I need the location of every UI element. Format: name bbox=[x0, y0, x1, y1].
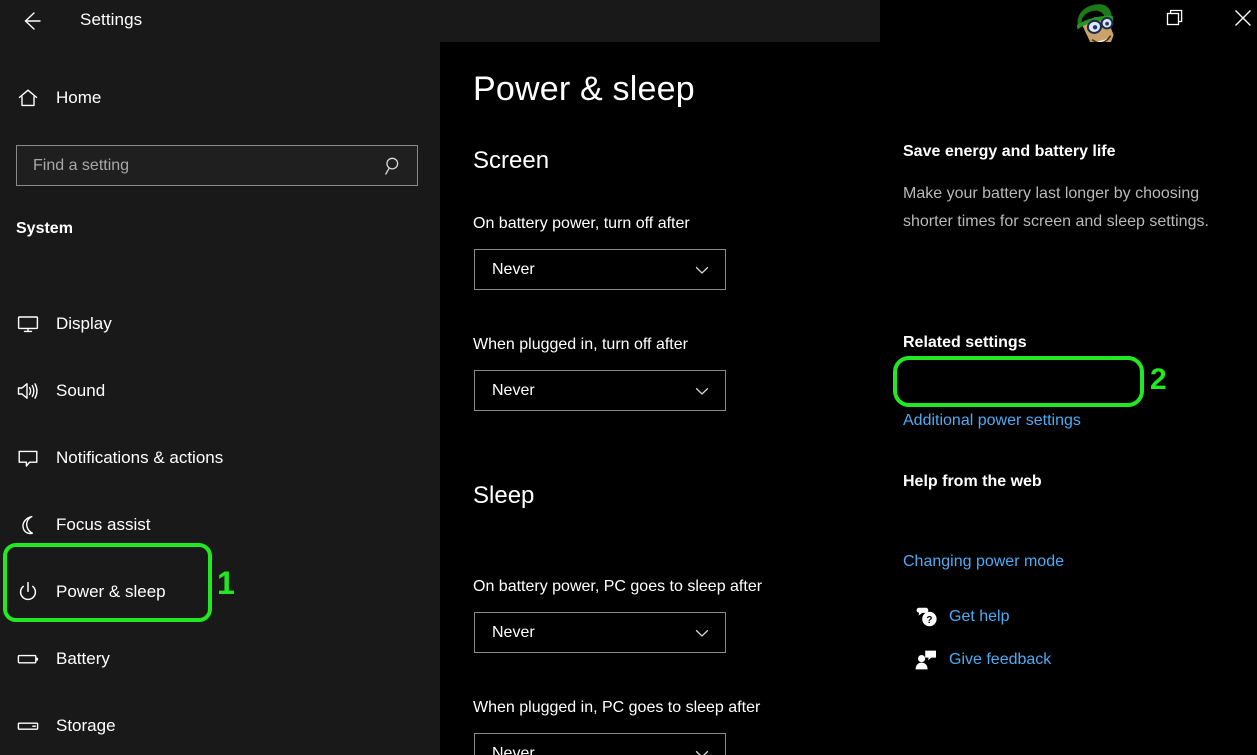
close-button[interactable] bbox=[1220, 0, 1257, 36]
get-help-row[interactable]: ? Get help bbox=[903, 602, 1009, 632]
power-icon bbox=[0, 580, 56, 604]
dropdown-screen-plugged-in-value: Never bbox=[475, 382, 679, 400]
sidebar-item-display[interactable]: Display bbox=[0, 290, 440, 357]
annotation-step-2: 2 bbox=[1150, 365, 1167, 395]
help-from-web-heading: Help from the web bbox=[903, 473, 1042, 491]
dropdown-screen-plugged-in[interactable]: Never bbox=[474, 370, 726, 411]
give-feedback-label: Give feedback bbox=[949, 651, 1051, 669]
label-screen-plugged-in: When plugged in, turn off after bbox=[473, 336, 688, 354]
question-bubble-icon: ? bbox=[903, 605, 949, 629]
annotation-step-1: 1 bbox=[217, 567, 235, 599]
sidebar-item-home-label: Home bbox=[56, 88, 101, 108]
dropdown-sleep-on-battery[interactable]: Never bbox=[474, 612, 726, 653]
search-input[interactable] bbox=[17, 157, 371, 175]
group-title-sleep: Sleep bbox=[473, 482, 534, 510]
sidebar-item-battery-label: Battery bbox=[56, 649, 110, 669]
save-energy-heading: Save energy and battery life bbox=[903, 143, 1116, 161]
save-energy-body: Make your battery last longer by choosin… bbox=[903, 180, 1241, 235]
app-title: Settings bbox=[80, 10, 142, 30]
changing-power-mode-link[interactable]: Changing power mode bbox=[903, 553, 1064, 571]
minimize-button[interactable] bbox=[1078, 0, 1124, 36]
moon-icon bbox=[0, 513, 56, 537]
label-sleep-plugged-in: When plugged in, PC goes to sleep after bbox=[473, 699, 760, 717]
home-icon bbox=[0, 86, 56, 110]
storage-icon bbox=[0, 714, 56, 738]
sidebar-nav-list: Display Sound bbox=[0, 290, 440, 755]
chat-bubble-icon bbox=[0, 446, 56, 470]
chevron-down-icon[interactable] bbox=[679, 623, 725, 643]
sidebar-item-power-sleep-label: Power & sleep bbox=[56, 582, 166, 602]
settings-window: Settings bbox=[0, 0, 1257, 755]
sidebar-item-home[interactable]: Home bbox=[0, 78, 420, 118]
get-help-label: Get help bbox=[949, 608, 1009, 626]
battery-icon bbox=[0, 647, 56, 671]
speaker-icon bbox=[0, 379, 56, 403]
sidebar-item-display-label: Display bbox=[56, 314, 112, 334]
dropdown-sleep-plugged-in-value: Never bbox=[475, 745, 679, 755]
sidebar-item-storage-label: Storage bbox=[56, 716, 116, 736]
additional-power-settings-link[interactable]: Additional power settings bbox=[903, 412, 1081, 430]
monitor-icon bbox=[0, 312, 56, 336]
search-icon[interactable] bbox=[371, 155, 417, 177]
related-settings-heading: Related settings bbox=[903, 334, 1027, 352]
svg-text:?: ? bbox=[926, 615, 932, 626]
sidebar-item-focus-assist-label: Focus assist bbox=[56, 515, 150, 535]
label-screen-on-battery: On battery power, turn off after bbox=[473, 215, 690, 233]
title-bar: Settings bbox=[0, 0, 880, 42]
group-title-screen: Screen bbox=[473, 147, 549, 175]
sidebar-item-notifications-label: Notifications & actions bbox=[56, 448, 223, 468]
search-field[interactable] bbox=[16, 145, 418, 186]
window-controls bbox=[880, 0, 1257, 42]
sidebar-section-header: System bbox=[16, 220, 73, 238]
page-title: Power & sleep bbox=[473, 70, 695, 109]
sidebar-item-notifications[interactable]: Notifications & actions bbox=[0, 424, 440, 491]
chevron-down-icon[interactable] bbox=[679, 260, 725, 280]
dropdown-screen-on-battery-value: Never bbox=[475, 261, 679, 279]
chevron-down-icon[interactable] bbox=[679, 744, 725, 755]
sidebar-item-sound[interactable]: Sound bbox=[0, 357, 440, 424]
give-feedback-row[interactable]: Give feedback bbox=[903, 645, 1051, 675]
feedback-person-icon bbox=[903, 648, 949, 672]
dropdown-sleep-plugged-in[interactable]: Never bbox=[474, 733, 726, 755]
right-rail: Save energy and battery life Make your b… bbox=[900, 42, 1257, 755]
dropdown-screen-on-battery[interactable]: Never bbox=[474, 249, 726, 290]
maximize-restore-button[interactable] bbox=[1152, 0, 1198, 36]
chevron-down-icon[interactable] bbox=[679, 381, 725, 401]
sidebar: Home System Displ bbox=[0, 42, 440, 755]
back-button[interactable] bbox=[12, 2, 52, 40]
sidebar-item-sound-label: Sound bbox=[56, 381, 105, 401]
dropdown-sleep-on-battery-value: Never bbox=[475, 624, 679, 642]
label-sleep-on-battery: On battery power, PC goes to sleep after bbox=[473, 578, 762, 596]
sidebar-item-storage[interactable]: Storage bbox=[0, 692, 440, 755]
sidebar-item-battery[interactable]: Battery bbox=[0, 625, 440, 692]
main-content: Power & sleep Screen On battery power, t… bbox=[440, 42, 900, 755]
sidebar-item-focus-assist[interactable]: Focus assist bbox=[0, 491, 440, 558]
